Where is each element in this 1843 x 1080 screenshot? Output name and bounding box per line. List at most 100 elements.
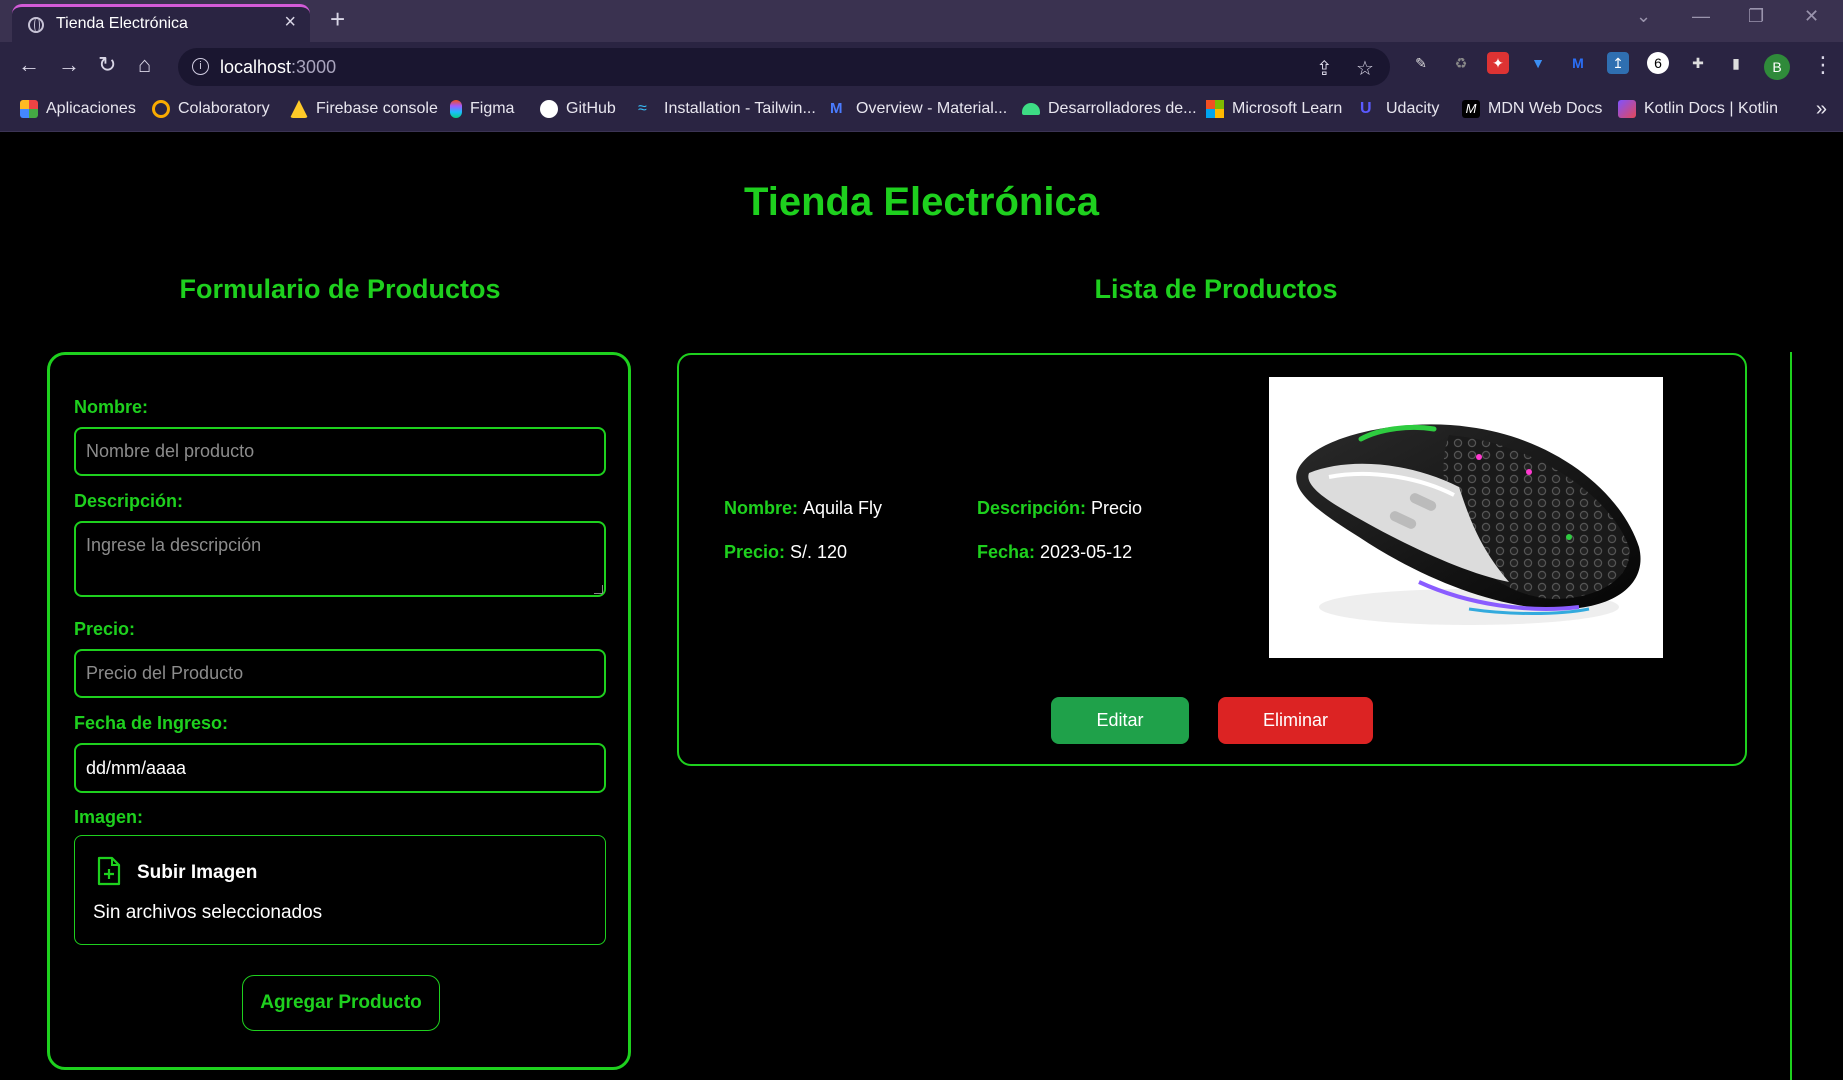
download-extension-icon[interactable]: ↥ <box>1607 52 1629 74</box>
file-plus-icon <box>97 856 121 886</box>
mdn-icon: M <box>1462 100 1480 118</box>
tailwind-icon: ≈ <box>638 100 647 117</box>
m-extension-icon[interactable]: M <box>1567 52 1589 74</box>
price-input[interactable] <box>74 649 606 698</box>
bookmark-apps[interactable]: Aplicaciones <box>20 100 136 118</box>
browser-tab[interactable]: Tienda Electrónica × <box>12 4 310 42</box>
product-description-value: Precio <box>1091 498 1143 518</box>
minimize-icon[interactable]: — <box>1692 6 1710 27</box>
reload-icon[interactable]: ↻ <box>98 52 116 78</box>
upload-status: Sin archivos seleccionados <box>93 902 323 923</box>
bookmark-label: Overview - Material... <box>856 100 1008 117</box>
microsoft-icon <box>1206 100 1224 118</box>
product-name-value: Aquila Fly <box>803 498 883 518</box>
bookmark-kotlin[interactable]: Kotlin Docs | Kotlin <box>1618 100 1778 118</box>
resize-grip-icon[interactable] <box>594 585 603 594</box>
material-icon: M <box>830 100 843 117</box>
right-border-line <box>1790 352 1792 1080</box>
more-bookmarks-icon[interactable]: » <box>1816 98 1827 121</box>
home-icon[interactable]: ⌂ <box>138 52 151 78</box>
bookmark-figma[interactable]: Figma <box>450 100 514 118</box>
image-label: Imagen: <box>74 807 144 827</box>
bookmark-label: MDN Web Docs <box>1488 100 1603 117</box>
edit-button[interactable]: Editar <box>1051 697 1189 744</box>
name-label: Nombre: <box>74 397 149 417</box>
description-textarea[interactable] <box>74 521 606 597</box>
product-date-value: 2023-05-12 <box>1040 542 1133 562</box>
product-name-key: Nombre: <box>724 498 799 518</box>
window-close-icon[interactable]: ✕ <box>1804 6 1819 27</box>
browser-toolbar: ← → ↻ ⌂ i localhost:3000 ⇪ ☆ ✎ ♻ ✦ ▼ M ↥… <box>0 42 1843 92</box>
circle-extension-icon[interactable]: 6 <box>1647 52 1669 74</box>
product-price-value: S/. 120 <box>790 542 848 562</box>
bookmark-label: GitHub <box>566 100 616 117</box>
date-input-text: dd/mm/aaaa <box>86 758 187 778</box>
description-wrapper <box>74 521 606 597</box>
bookmark-colab[interactable]: Colaboratory <box>152 100 270 118</box>
url-port: :3000 <box>291 57 337 77</box>
image-upload[interactable]: Subir Imagen Sin archivos seleccionados <box>74 835 606 945</box>
shield-extension-icon[interactable]: ▼ <box>1527 52 1549 74</box>
gaming-mouse-image <box>1296 424 1641 625</box>
product-card: Nombre: Aquila Fly Descripción: Precio Pre… <box>677 353 1747 766</box>
list-section-title: Lista de Productos <box>1094 274 1338 304</box>
product-price-key: Precio: <box>724 542 786 562</box>
apps-grid-icon <box>20 100 38 118</box>
firebase-icon <box>290 100 308 118</box>
pen-extension-icon[interactable]: ✎ <box>1410 52 1432 74</box>
bookmark-github[interactable]: GitHub <box>540 100 616 118</box>
product-price: Precio: S/. 120 <box>724 542 847 563</box>
puzzle-extensions-icon[interactable]: ✚ <box>1687 52 1709 74</box>
date-input[interactable]: dd/mm/aaaa <box>74 743 606 793</box>
bookmark-udacity[interactable]: U Udacity <box>1360 100 1439 118</box>
recycle-extension-icon[interactable]: ♻ <box>1450 52 1472 74</box>
bookmark-microsoft[interactable]: Microsoft Learn <box>1206 100 1342 118</box>
product-name: Nombre: Aquila Fly <box>724 498 882 519</box>
profile-avatar[interactable]: B <box>1764 54 1790 80</box>
restore-icon[interactable]: ❐ <box>1748 6 1764 27</box>
bookmark-label: Desarrolladores de... <box>1048 100 1197 117</box>
bookmark-android[interactable]: Desarrolladores de... <box>1022 100 1197 118</box>
product-form: Nombre: Descripción: Precio: Fecha de In… <box>47 352 631 1070</box>
back-icon[interactable]: ← <box>18 52 40 78</box>
url-host: localhost <box>220 57 292 77</box>
browser-tab-bar: Tienda Electrónica × + ⌄ — ❐ ✕ <box>0 0 1843 42</box>
bookmark-label: Microsoft Learn <box>1232 100 1343 117</box>
product-description-key: Descripción: <box>977 498 1087 518</box>
page-content: Tienda Electrónica Formulario de Product… <box>0 132 1843 1080</box>
product-description: Descripción: Precio <box>977 498 1142 519</box>
address-bar[interactable]: i localhost:3000 ⇪ ☆ <box>178 48 1390 86</box>
forward-icon[interactable]: → <box>58 52 80 78</box>
red-extension-icon[interactable]: ✦ <box>1487 52 1509 74</box>
bookmark-firebase[interactable]: Firebase console <box>290 100 438 118</box>
product-image <box>1269 377 1663 658</box>
bookmarks-bar: Aplicaciones Colaboratory Firebase conso… <box>0 92 1843 132</box>
globe-icon <box>28 17 44 33</box>
add-product-button[interactable]: Agregar Producto <box>242 975 440 1031</box>
price-label: Precio: <box>74 619 136 639</box>
menu-kebab-icon[interactable]: ⋮ <box>1812 52 1834 78</box>
android-icon <box>1022 103 1040 115</box>
bookmark-label: Colaboratory <box>178 100 270 117</box>
bookmark-label: Firebase console <box>316 100 438 117</box>
bookmark-mdn[interactable]: M MDN Web Docs <box>1462 100 1602 118</box>
bookmark-label: Udacity <box>1386 100 1440 117</box>
upload-button-label[interactable]: Subir Imagen <box>137 862 257 884</box>
bookmark-label: Kotlin Docs | Kotlin <box>1644 100 1778 117</box>
new-tab-icon[interactable]: + <box>330 4 345 35</box>
site-info-icon[interactable]: i <box>192 58 209 75</box>
bookmark-material[interactable]: M Overview - Material... <box>830 100 1007 118</box>
share-icon[interactable]: ⇪ <box>1316 56 1333 81</box>
bookmark-star-icon[interactable]: ☆ <box>1356 56 1374 81</box>
side-panel-icon[interactable]: ▮ <box>1725 52 1747 74</box>
delete-button[interactable]: Eliminar <box>1218 697 1373 744</box>
bookmark-tailwind[interactable]: ≈ Installation - Tailwin... <box>638 100 816 118</box>
close-tab-icon[interactable]: × <box>284 11 296 34</box>
kotlin-icon <box>1618 100 1636 118</box>
url-text[interactable]: localhost:3000 <box>220 57 336 78</box>
tab-search-icon[interactable]: ⌄ <box>1636 6 1651 27</box>
udacity-icon: U <box>1360 100 1372 117</box>
bookmark-label: Figma <box>470 100 515 117</box>
name-input[interactable] <box>74 427 606 476</box>
date-label: Fecha de Ingreso: <box>74 713 229 733</box>
